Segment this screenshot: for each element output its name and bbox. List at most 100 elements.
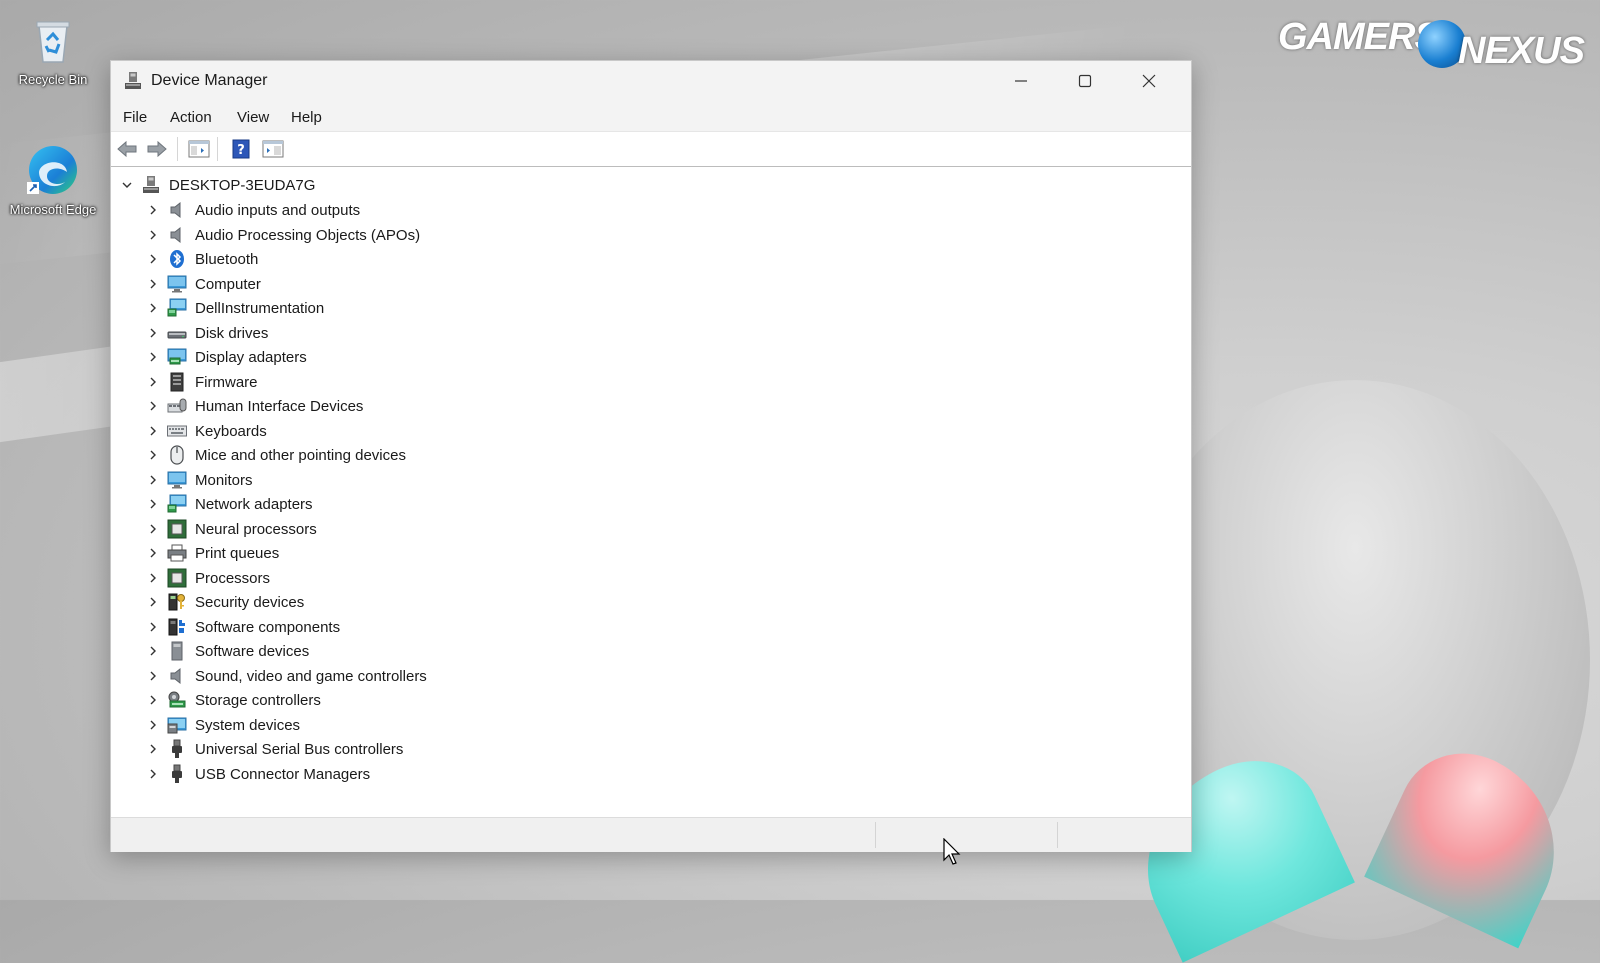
chevron-right-icon[interactable] <box>145 741 161 757</box>
firmware-icon <box>167 372 187 392</box>
printer-icon <box>167 543 187 563</box>
tree-item-bluetooth[interactable]: Bluetooth <box>111 247 711 272</box>
chevron-right-icon[interactable] <box>145 692 161 708</box>
tree-item-system-devices[interactable]: System devices <box>111 713 711 738</box>
close-button[interactable] <box>1117 61 1181 101</box>
speaker-icon <box>167 666 187 686</box>
chevron-right-icon[interactable] <box>145 349 161 365</box>
tree-item-label: Bluetooth <box>195 251 259 268</box>
chevron-right-icon[interactable] <box>145 619 161 635</box>
menu-help[interactable]: Help <box>291 109 322 126</box>
chevron-right-icon[interactable] <box>145 717 161 733</box>
tree-root[interactable]: DESKTOP-3EUDA7G <box>111 173 711 198</box>
tree-item-universal-serial-bus-controllers[interactable]: Universal Serial Bus controllers <box>111 737 711 762</box>
chevron-right-icon[interactable] <box>145 423 161 439</box>
tree-item-human-interface-devices[interactable]: Human Interface Devices <box>111 394 711 419</box>
forward-button[interactable] <box>145 138 169 160</box>
tree-item-processors[interactable]: Processors <box>111 566 711 591</box>
chevron-right-icon[interactable] <box>145 766 161 782</box>
tree-item-software-devices[interactable]: Software devices <box>111 639 711 664</box>
chevron-right-icon[interactable] <box>145 447 161 463</box>
tree-item-storage-controllers[interactable]: Storage controllers <box>111 688 711 713</box>
chevron-right-icon[interactable] <box>145 472 161 488</box>
maximize-button[interactable] <box>1053 61 1117 101</box>
monitor-icon <box>167 470 187 490</box>
tree-item-label: Network adapters <box>195 496 313 513</box>
tree-item-firmware[interactable]: Firmware <box>111 370 711 395</box>
tree-item-display-adapters[interactable]: Display adapters <box>111 345 711 370</box>
desktop-icon-edge[interactable]: Microsoft Edge <box>8 142 98 218</box>
tree-item-mice-and-other-pointing-devices[interactable]: Mice and other pointing devices <box>111 443 711 468</box>
tree-root-label: DESKTOP-3EUDA7G <box>169 177 316 194</box>
tree-item-dellinstrumentation[interactable]: DellInstrumentation <box>111 296 711 321</box>
network-monitor-icon <box>167 298 187 318</box>
watermark-text: NEXUS <box>1458 30 1585 72</box>
tree-item-neural-processors[interactable]: Neural processors <box>111 517 711 542</box>
menu-action[interactable]: Action <box>170 109 212 126</box>
properties-pane-button[interactable] <box>261 138 285 160</box>
device-tree: DESKTOP-3EUDA7G Audio inputs and outputs… <box>111 167 1191 807</box>
chip-icon <box>167 568 187 588</box>
menu-view[interactable]: View <box>237 109 269 126</box>
tree-item-label: Audio Processing Objects (APOs) <box>195 226 421 244</box>
tree-item-label: Keyboards <box>195 422 267 440</box>
tree-item-disk-drives[interactable]: Disk drives <box>111 321 711 346</box>
chevron-right-icon[interactable] <box>145 276 161 292</box>
tree-item-label: Monitors <box>195 471 253 489</box>
chevron-down-icon[interactable] <box>119 177 135 193</box>
chevron-right-icon[interactable] <box>145 668 161 684</box>
tree-item-label: USB Connector Managers <box>195 765 371 783</box>
tree-item-label: System devices <box>195 716 301 734</box>
tree-item-security-devices[interactable]: Security devices <box>111 590 711 615</box>
tree-item-monitors[interactable]: Monitors <box>111 468 711 493</box>
back-button[interactable] <box>115 138 139 160</box>
minimize-icon <box>1015 80 1027 82</box>
chevron-right-icon[interactable] <box>145 227 161 243</box>
chevron-right-icon[interactable] <box>145 643 161 659</box>
tree-item-network-adapters[interactable]: Network adapters <box>111 492 711 517</box>
chevron-right-icon[interactable] <box>145 325 161 341</box>
tree-item-label: Audio inputs and outputs <box>195 202 361 219</box>
tree-item-audio-processing-objects-apos[interactable]: Audio Processing Objects (APOs) <box>111 223 711 248</box>
menu-file[interactable]: File <box>123 109 147 126</box>
chevron-right-icon[interactable] <box>145 300 161 316</box>
network-monitor-icon <box>167 494 187 514</box>
mouse-icon <box>167 445 187 465</box>
maximize-icon <box>1078 74 1092 88</box>
tree-item-label: Software devices <box>195 643 310 660</box>
title-bar[interactable]: Device Manager <box>111 61 1191 101</box>
usb-icon <box>167 764 187 784</box>
tree-item-computer[interactable]: Computer <box>111 272 711 297</box>
tree-item-print-queues[interactable]: Print queues <box>111 541 711 566</box>
chevron-right-icon[interactable] <box>145 251 161 267</box>
chevron-right-icon[interactable] <box>145 398 161 414</box>
recycle-bin-icon <box>25 12 81 68</box>
tree-item-label: Processors <box>195 569 271 587</box>
bluetooth-icon <box>167 249 187 269</box>
tree-item-keyboards[interactable]: Keyboards <box>111 419 711 444</box>
tree-item-label: Mice and other pointing devices <box>195 447 406 464</box>
chevron-right-icon[interactable] <box>145 594 161 610</box>
speaker-icon <box>167 200 187 220</box>
desktop-icon-recycle-bin[interactable]: Recycle Bin <box>8 12 98 88</box>
tree-item-sound-video-and-game-controllers[interactable]: Sound, video and game controllers <box>111 664 711 689</box>
minimize-button[interactable] <box>989 61 1053 101</box>
tree-item-audio-inputs-and-outputs[interactable]: Audio inputs and outputs <box>111 198 711 223</box>
chevron-right-icon[interactable] <box>145 570 161 586</box>
storage-controller-icon <box>167 690 187 710</box>
help-button[interactable]: ? <box>229 138 253 160</box>
chevron-right-icon[interactable] <box>145 545 161 561</box>
tree-item-usb-connector-managers[interactable]: USB Connector Managers <box>111 762 711 787</box>
status-bar <box>111 817 1191 852</box>
tree-item-software-components[interactable]: Software components <box>111 615 711 640</box>
tree-item-label: Software components <box>195 618 341 636</box>
chevron-right-icon[interactable] <box>145 496 161 512</box>
tree-item-label: Security devices <box>195 594 305 611</box>
show-hide-console-tree-button[interactable] <box>187 138 211 160</box>
tree-item-label: Disk drives <box>195 324 269 342</box>
chevron-right-icon[interactable] <box>145 521 161 537</box>
chevron-right-icon[interactable] <box>145 202 161 218</box>
display-adapter-icon <box>167 347 187 367</box>
chevron-right-icon[interactable] <box>145 374 161 390</box>
mouse-cursor-icon <box>943 837 963 866</box>
